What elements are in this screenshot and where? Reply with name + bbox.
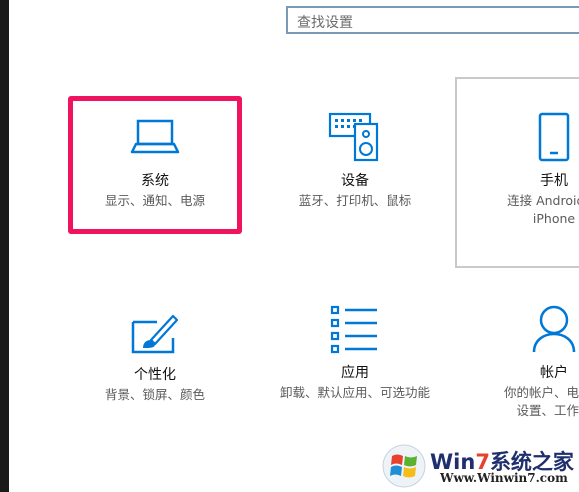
tile-accounts[interactable]: 帐户 你的帐户、电子邮 设置、工作、 [481, 304, 579, 420]
phone-icon [481, 112, 579, 162]
laptop-icon [82, 116, 228, 156]
tile-personalization[interactable]: 个性化 背景、锁屏、颜色 [82, 312, 228, 404]
tile-desc: 卸载、默认应用、可选功能 [280, 385, 431, 400]
person-icon [481, 304, 579, 354]
watermark-logo: Win7系统之家 Www.Winwin7.com [380, 440, 579, 492]
tile-title: 手机 [540, 173, 568, 189]
tile-devices[interactable]: 设备 蓝牙、打印机、鼠标 [280, 110, 430, 210]
tile-title: 帐户 [540, 365, 568, 381]
tile-title: 应用 [341, 365, 369, 381]
paint-icon [82, 312, 228, 356]
tile-apps[interactable]: 应用 卸载、默认应用、可选功能 [280, 304, 430, 402]
tile-title: 设备 [341, 173, 369, 189]
tile-phone[interactable]: 手机 连接 Android 设 iPhone [481, 112, 579, 228]
tile-system[interactable]: 系统 显示、通知、电源 [82, 116, 228, 210]
window-left-edge [0, 0, 9, 492]
tile-desc: 设置、工作、 [516, 403, 579, 418]
tile-desc: iPhone [532, 211, 576, 226]
search-box[interactable]: 查找设置 [286, 6, 579, 34]
keyboard-speaker-icon [280, 110, 430, 162]
apps-list-icon [280, 304, 430, 354]
watermark-url: Www.Winwin7.com [440, 471, 568, 485]
tile-desc: 你的帐户、电子邮 [503, 385, 579, 400]
tile-desc: 蓝牙、打印机、鼠标 [298, 193, 412, 208]
tile-title: 系统 [141, 173, 169, 189]
tile-desc: 显示、通知、电源 [104, 193, 205, 208]
tile-desc: 背景、锁屏、颜色 [104, 387, 205, 402]
search-placeholder: 查找设置 [297, 15, 353, 31]
windows-logo-icon [382, 444, 426, 492]
tile-title: 个性化 [134, 367, 176, 383]
tile-desc: 连接 Android 设 [507, 193, 579, 208]
